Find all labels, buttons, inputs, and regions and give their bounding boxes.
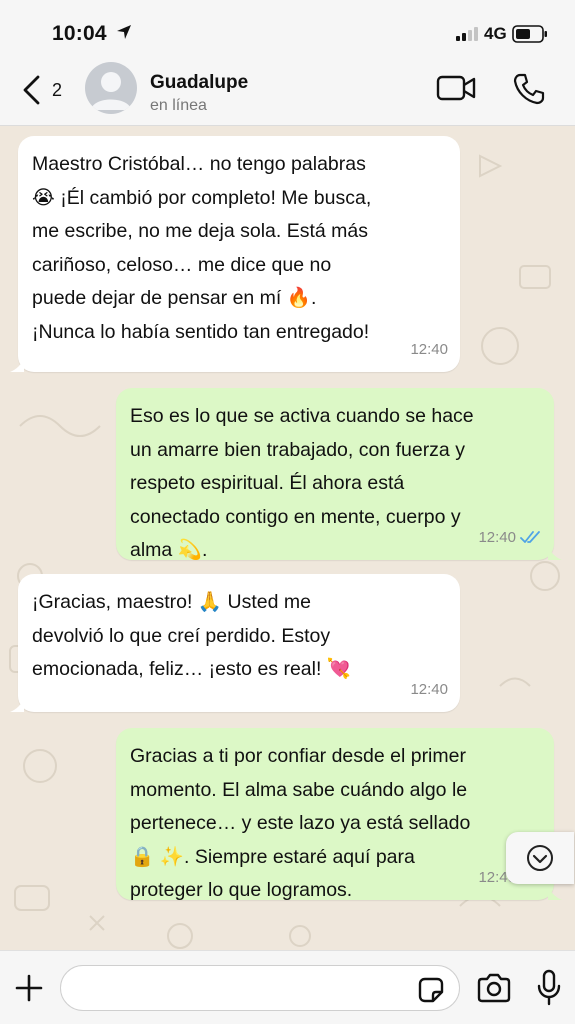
message-time: 12:40 [410,340,448,358]
plus-icon[interactable] [14,973,44,1003]
scroll-to-bottom-button[interactable] [506,832,574,884]
signal-strength-icon [456,27,478,41]
contact-name[interactable]: Guadalupe [150,72,248,94]
network-type: 4G [484,24,507,43]
chevron-left-icon [23,75,40,105]
message-bubble-incoming[interactable]: Maestro Cristóbal… no tengo palabras 😭 ¡… [10,136,460,372]
contact-status: en línea [150,97,207,114]
chat-header: 2 Guadalupe en línea [0,62,575,126]
message-input[interactable] [60,965,460,1011]
bubble-tail [548,886,562,900]
message-meta: 12:40 [478,521,542,555]
sticker-icon[interactable] [416,975,446,1005]
camera-icon[interactable] [476,973,512,1003]
message-bubble-outgoing[interactable]: Eso es lo que se activa cuando se hace u… [116,388,562,561]
phone-call-icon[interactable] [512,72,546,106]
battery-icon [512,25,547,43]
unread-chats-count: 2 [52,80,63,100]
message-meta: 12:40 [410,673,448,707]
chat-area[interactable]: Maestro Cristóbal… no tengo palabras 😭 ¡… [0,126,575,950]
status-time: 10:04 [52,22,107,45]
message-bubble-outgoing[interactable]: Gracias a ti por confiar desde el primer… [116,728,562,901]
message-time: 12:40 [410,680,448,698]
message-text: ¡Gracias, maestro! 🙏 Usted me devolvió l… [32,591,352,680]
status-bar: 10:04 4G [0,0,575,62]
message-text: Maestro Cristóbal… no tengo palabras 😭 ¡… [32,153,372,343]
message-composer [0,950,575,1024]
microphone-icon[interactable] [536,969,562,1007]
message-meta: 12:40 [410,333,448,367]
back-button[interactable]: 2 [20,72,68,108]
avatar[interactable] [85,62,137,114]
double-check-read-icon [520,531,540,544]
video-call-icon[interactable] [436,74,476,102]
message-time: 12:40 [478,528,516,546]
bubble-tail [548,546,562,560]
default-avatar-icon [91,72,131,110]
bubble-tail [10,358,24,372]
chevron-down-circle-icon [527,845,553,871]
bubble-tail [10,698,24,712]
location-arrow-icon [117,25,131,39]
message-bubble-incoming[interactable]: ¡Gracias, maestro! 🙏 Usted me devolvió l… [10,574,460,712]
